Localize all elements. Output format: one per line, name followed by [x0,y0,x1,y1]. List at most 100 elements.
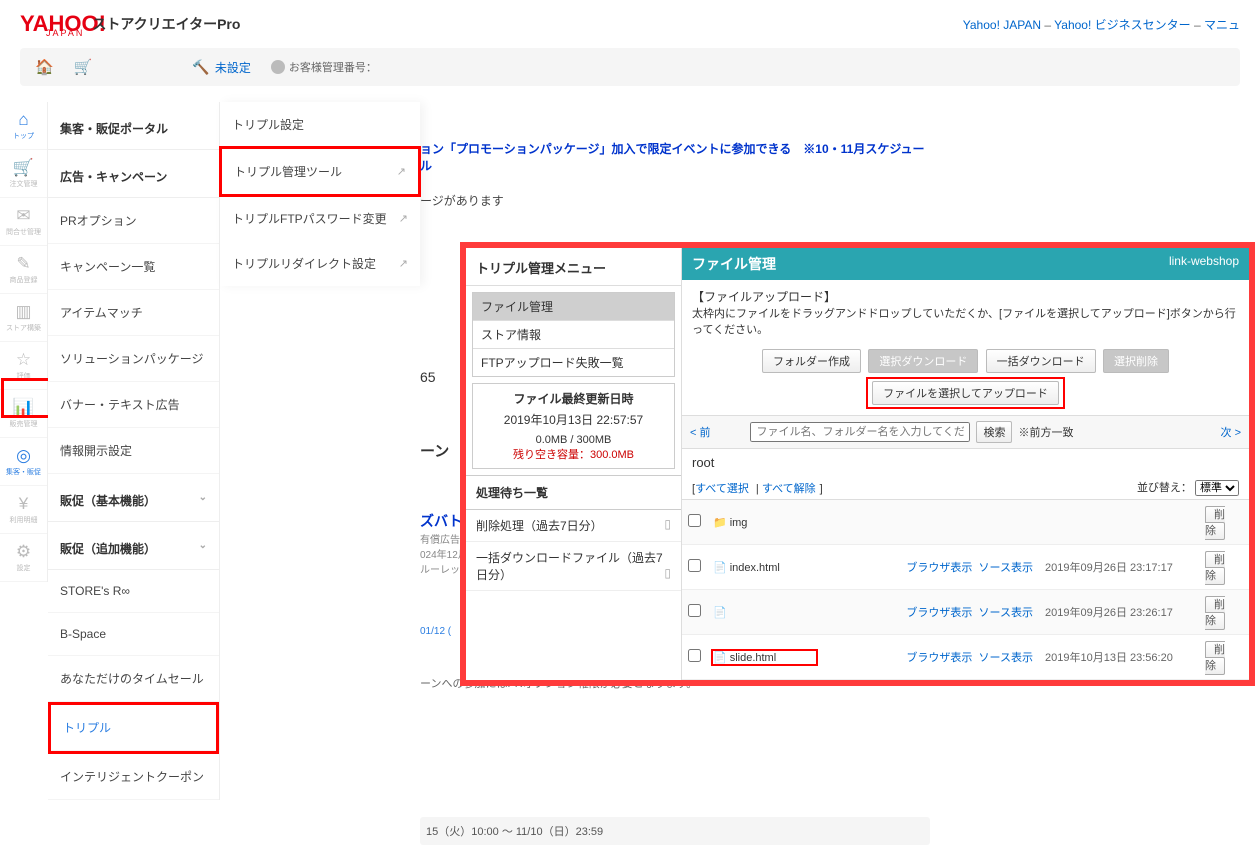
nav-next[interactable]: 次 > [1221,424,1241,440]
nav-PRオプション[interactable]: PRオプション [48,198,219,244]
highlight-box-upload: ファイルを選択してアップロード [866,377,1065,409]
nav-キャンペーン一覧[interactable]: キャンペーン一覧 [48,244,219,290]
topbar: 🏠 🛒 🔨 未設定 お客様管理番号： [20,48,1240,86]
row-checkbox[interactable] [688,604,701,617]
rail-利用明細[interactable]: ¥利用明細 [0,486,47,534]
nav-prev[interactable]: < 前 [690,424,710,440]
rail-設定[interactable]: ⚙設定 [0,534,47,582]
group-ads: 広告・キャンペーン [48,150,219,198]
rail-問合せ管理[interactable]: ✉問合せ管理 [0,198,47,246]
link-browse[interactable]: ブラウザ表示 [906,607,972,619]
last-update-block: ファイル最終更新日時 2019年10月13日 22:57:57 0.0MB / … [472,383,675,469]
queue-download[interactable]: 一括ダウンロードファイル（過去7日分）▯ [466,542,681,591]
hammer-icon: 🔨 [192,59,209,76]
upload-text: 太枠内にファイルをドラッグアンドドロップしていただくか、[ファイルを選択してアッ… [692,305,1239,337]
link-business-center[interactable]: Yahoo! ビジネスセンター [1054,18,1190,32]
file-icon: 📄 [713,562,727,574]
nav3-ftp-password[interactable]: トリプルFTPパスワード変更↗ [220,196,420,241]
overlay-menu: ファイル管理 ストア情報 FTPアップロード失敗一覧 [472,292,675,377]
file-table: 📁img削除📄index.htmlブラウザ表示 ソース表示2019年09月26日… [682,500,1249,680]
customer-number-label: お客様管理番号： [271,59,377,75]
nav-STORE's R∞[interactable]: STORE's R∞ [48,570,219,613]
cart-icon[interactable]: 🛒 [74,58,93,76]
nav3-redirect[interactable]: トリプルリダイレクト設定↗ [220,241,420,286]
btn-upload[interactable]: ファイルを選択してアップロード [872,381,1059,405]
rail-icon: 🛒 [13,158,34,178]
row-checkbox[interactable] [688,649,701,662]
menu-ftp-fail[interactable]: FTPアップロード失敗一覧 [473,349,674,376]
nav-アイテムマッチ[interactable]: アイテムマッチ [48,290,219,336]
nav3-triple-settings[interactable]: トリプル設定 [220,102,420,147]
search-input[interactable] [750,422,970,442]
external-icon: ↗ [399,257,408,270]
queue-delete[interactable]: 削除処理（過去7日分）▯ [466,510,681,542]
menu-store-info[interactable]: ストア情報 [473,321,674,349]
file-name[interactable]: 📁img [707,500,899,545]
group-portal[interactable]: 集客・販促ポータル [48,102,219,150]
rail-icon: ◎ [16,446,31,466]
unset-link[interactable]: 未設定 [215,59,251,76]
upload-description: 【ファイルアップロード】 太枠内にファイルをドラッグアンドドロップしていただくか… [682,280,1249,345]
nav-ソリューションパッケージ[interactable]: ソリューションパッケージ [48,336,219,382]
link-yahoo-japan[interactable]: Yahoo! JAPAN [963,18,1041,32]
breadcrumb-root: root [682,449,1249,476]
btn-delete[interactable]: 削除 [1205,596,1225,630]
nav3-triple-tool[interactable]: トリプル管理ツール↗ [219,146,421,197]
nav-情報開示設定[interactable]: 情報開示設定 [48,428,219,474]
link-source[interactable]: ソース表示 [979,562,1033,574]
chevron-down-icon: ⌄ [199,492,207,503]
deselect-all[interactable]: すべて解除 [762,483,816,495]
group-basic[interactable]: 販促（基本機能）⌄ [48,474,219,522]
logo-sub: JAPAN [46,28,84,38]
nav-あなただけのタイムセール[interactable]: あなただけのタイムセール [48,656,219,702]
btn-create-folder[interactable]: フォルダー作成 [762,349,861,373]
btn-bulk-download[interactable]: 一括ダウンロード [986,349,1096,373]
link-source[interactable]: ソース表示 [979,607,1033,619]
rail-集客・販促[interactable]: ◎集客・販促 [0,438,47,486]
queue-block: 処理待ち一覧 削除処理（過去7日分）▯ 一括ダウンロードファイル（過去7日分）▯ [466,475,681,591]
promo-banner[interactable]: ョン「プロモーションパッケージ」加入で限定イベントに参加できる ※10・11月ス… [420,140,930,174]
file-manager-overlay: トリプル管理メニュー ファイル管理 ストア情報 FTPアップロード失敗一覧 ファ… [460,242,1255,686]
file-name[interactable]: 📄slide.html [707,635,899,680]
rail-icon: 📊 [13,398,34,418]
menu-file-manage[interactable]: ファイル管理 [473,293,674,321]
rail-評価[interactable]: ☆評価 [0,342,47,390]
file-name[interactable]: 📄index.html [707,545,899,590]
link-source[interactable]: ソース表示 [979,652,1033,664]
file-name[interactable]: 📄 [707,590,899,635]
last-update-title: ファイル最終更新日時 [479,390,668,407]
table-row: 📄index.htmlブラウザ表示 ソース表示2019年09月26日 23:17… [682,545,1249,590]
expand-icon: ▯ [664,566,671,580]
rail-商品登録[interactable]: ✎商品登録 [0,246,47,294]
button-row: フォルダー作成 選択ダウンロード 一括ダウンロード 選択削除 [682,345,1249,375]
highlight-box-file: 📄slide.html [711,649,818,666]
group-add[interactable]: 販促（追加機能）⌄ [48,522,219,570]
btn-delete[interactable]: 削除 [1205,506,1225,540]
store-icon[interactable]: 🏠 [35,58,54,76]
select-all[interactable]: すべて選択 [695,483,749,495]
rail-トップ[interactable]: ⌂トップ [0,102,47,150]
rail-販売管理[interactable]: 📊販売管理 [0,390,47,438]
link-browse[interactable]: ブラウザ表示 [906,562,972,574]
link-browse[interactable]: ブラウザ表示 [906,652,972,664]
size-free: 残り空き容量：300.0MB [479,446,668,462]
table-row: 📄slide.htmlブラウザ表示 ソース表示2019年10月13日 23:56… [682,635,1249,680]
nav-column-2: 集客・販促ポータル 広告・キャンペーン PRオプションキャンペーン一覧アイテムマ… [48,102,220,800]
nav-バナー・テキスト広告[interactable]: バナー・テキスト広告 [48,382,219,428]
rail-ストア構築[interactable]: ▥ストア構築 [0,294,47,342]
external-icon: ↗ [399,212,408,225]
row-checkbox[interactable] [688,559,701,572]
row-checkbox[interactable] [688,514,701,527]
folder-icon: 📁 [713,517,727,529]
link-manual[interactable]: マニュ [1204,18,1240,32]
nav-B-Space[interactable]: B-Space [48,613,219,656]
sort-label: 並び替え： [1137,482,1192,494]
nav-トリプル[interactable]: トリプル [51,705,216,751]
btn-delete[interactable]: 削除 [1205,641,1225,675]
rail-icon: ⌂ [18,110,28,130]
sort-select[interactable]: 標準 [1195,480,1239,496]
btn-search[interactable]: 検索 [976,421,1012,443]
rail-注文管理[interactable]: 🛒注文管理 [0,150,47,198]
btn-delete[interactable]: 削除 [1205,551,1225,585]
nav-インテリジェントクーポン[interactable]: インテリジェントクーポン [48,754,219,800]
